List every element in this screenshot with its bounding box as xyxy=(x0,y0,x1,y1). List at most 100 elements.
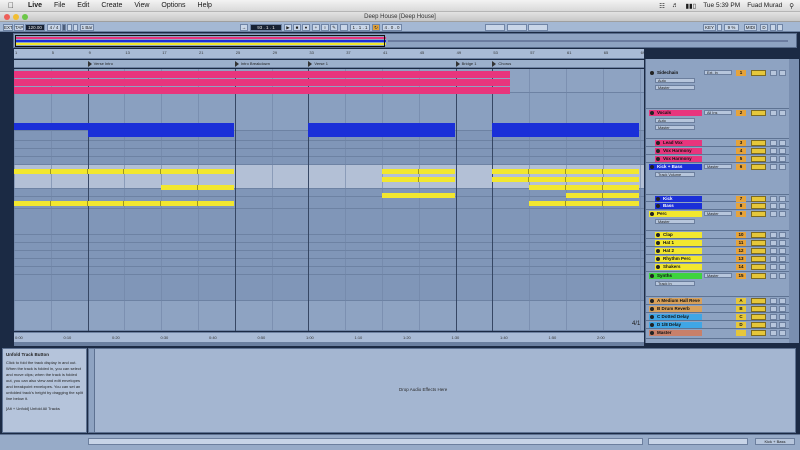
nudge-up-button[interactable] xyxy=(73,23,78,31)
overview-viewport[interactable] xyxy=(15,35,385,47)
unfold-track-icon[interactable] xyxy=(650,111,654,115)
solo-button[interactable] xyxy=(770,256,777,262)
solo-button[interactable] xyxy=(770,70,777,76)
follow-button[interactable]: → xyxy=(240,23,248,31)
search-icon[interactable]: ⚲ xyxy=(789,2,794,10)
beat-time-ruler[interactable]: 1 5 9 13 17 21 25 29 33 37 41 45 49 53 57 61 65 69 xyxy=(14,49,644,59)
automation-arm-button[interactable]: ○ xyxy=(321,23,329,31)
track-name[interactable]: Master xyxy=(649,330,702,336)
metronome-button[interactable] xyxy=(62,23,66,31)
track-volume-slider[interactable] xyxy=(751,322,766,328)
signature-field[interactable]: 4 / 4 xyxy=(47,23,61,31)
track-volume-slider[interactable] xyxy=(751,256,766,262)
track-activator-button[interactable]: 15 xyxy=(736,273,746,279)
lane-synths[interactable] xyxy=(14,275,644,301)
tap-tempo-button[interactable]: TAP xyxy=(14,23,24,31)
track-volume-slider[interactable] xyxy=(751,70,766,76)
solo-button[interactable] xyxy=(770,203,777,209)
track-volume-slider[interactable] xyxy=(751,232,766,238)
track-activator-icon[interactable] xyxy=(650,299,654,303)
clip[interactable] xyxy=(14,169,234,174)
track-header[interactable]: Hat 1 11 xyxy=(646,239,797,247)
track-activator-icon[interactable] xyxy=(656,197,660,201)
arm-button[interactable] xyxy=(779,314,786,320)
track-header[interactable]: B Drum Reverb B xyxy=(646,305,797,313)
input-type-select[interactable]: Master xyxy=(704,164,732,169)
arm-button[interactable] xyxy=(779,211,786,217)
lane-perc-group[interactable] xyxy=(14,209,644,235)
track-activator-button[interactable]: 13 xyxy=(736,256,746,262)
track-header[interactable]: Vox Harmony 4 xyxy=(646,147,797,155)
clip[interactable] xyxy=(382,177,455,182)
track-header[interactable]: Vocals All Ins Auto Master 2 xyxy=(646,109,797,139)
solo-button[interactable] xyxy=(770,322,777,328)
menubar-clock[interactable]: Tue 5:39 PM xyxy=(703,2,740,9)
solo-button[interactable] xyxy=(770,264,777,270)
track-header[interactable]: Sidechain Ext. In Auto Master 1 xyxy=(646,69,797,109)
track-volume-slider[interactable] xyxy=(751,298,766,304)
scroll-strip[interactable] xyxy=(789,59,799,343)
track-activator-icon[interactable] xyxy=(650,307,654,311)
track-activator-button[interactable]: B xyxy=(736,306,746,312)
track-activator-button[interactable]: D xyxy=(736,322,746,328)
tempo-field[interactable]: 120.00 xyxy=(25,23,45,31)
clip[interactable] xyxy=(492,177,639,182)
arm-button[interactable] xyxy=(779,140,786,146)
track-header[interactable]: Bass 8 xyxy=(646,202,797,210)
quantize-menu[interactable]: 1 Bar xyxy=(80,23,94,31)
track-activator-button[interactable]: 1 xyxy=(736,70,746,76)
track-header[interactable]: Rhythm Perc 13 xyxy=(646,255,797,263)
solo-button[interactable] xyxy=(770,232,777,238)
solo-button[interactable] xyxy=(770,164,777,170)
track-activator-button[interactable]: 4 xyxy=(736,148,746,154)
menu-view[interactable]: View xyxy=(128,2,155,9)
arm-button[interactable] xyxy=(779,306,786,312)
draw-field[interactable] xyxy=(528,23,548,31)
nudge-down-button[interactable] xyxy=(67,23,72,31)
track-activator-button[interactable]: 9 xyxy=(736,211,746,217)
locator-marker[interactable]: Bridge 1 xyxy=(455,60,477,67)
solo-button[interactable] xyxy=(770,240,777,246)
clip[interactable] xyxy=(87,130,234,137)
track-header[interactable]: C Dotted Delay C xyxy=(646,313,797,321)
monitor-select[interactable]: Auto xyxy=(655,118,695,123)
track-name[interactable]: Vox Harmony xyxy=(655,156,702,162)
clip[interactable] xyxy=(308,130,455,137)
clip[interactable] xyxy=(161,185,234,190)
track-header[interactable]: Master xyxy=(646,329,797,339)
stop-icon[interactable]: ■ xyxy=(293,23,301,31)
track-header[interactable]: Shakers 14 xyxy=(646,263,797,272)
arm-button[interactable] xyxy=(779,110,786,116)
seconds-ruler[interactable]: 0:00 0:10 0:20 0:30 0:40 0:50 1:00 1:10 1:20 1:30… xyxy=(14,332,644,342)
menubar-user[interactable]: Fuad Murad xyxy=(747,2,782,9)
lane-vox-harmony-1[interactable] xyxy=(14,149,644,157)
clip[interactable] xyxy=(14,71,510,78)
track-activator-icon[interactable] xyxy=(656,249,660,253)
lane-clap[interactable] xyxy=(14,235,644,243)
apple-icon[interactable]:  xyxy=(0,1,22,10)
arm-button[interactable] xyxy=(779,164,786,170)
track-activator-icon[interactable] xyxy=(656,233,660,237)
overdub-button[interactable]: + xyxy=(312,23,320,31)
track-name[interactable]: Perc xyxy=(649,211,702,217)
track-header[interactable]: D 1/8 Delay D xyxy=(646,321,797,329)
track-activator-button[interactable]: 10 xyxy=(736,232,746,238)
solo-button[interactable] xyxy=(770,211,777,217)
track-activator-button[interactable]: 14 xyxy=(736,264,746,270)
key-map-button[interactable]: KEY xyxy=(703,23,716,31)
arm-button[interactable] xyxy=(779,298,786,304)
clip[interactable] xyxy=(529,201,639,206)
track-name[interactable]: Sidechain xyxy=(649,70,702,76)
track-activator-icon[interactable] xyxy=(656,265,660,269)
arrangement-view[interactable]: 4/1 xyxy=(14,69,644,331)
track-volume-slider[interactable] xyxy=(751,273,766,279)
unfold-track-icon[interactable] xyxy=(650,212,654,216)
lane-hat-2[interactable] xyxy=(14,251,644,259)
track-volume-slider[interactable] xyxy=(751,314,766,320)
track-volume-slider[interactable] xyxy=(751,140,766,146)
output-routing-select[interactable]: Master xyxy=(655,85,695,90)
close-window-button[interactable] xyxy=(4,14,10,20)
clip[interactable] xyxy=(14,201,234,206)
track-activator-button[interactable]: 12 xyxy=(736,248,746,254)
track-name[interactable]: Clap xyxy=(655,232,702,238)
